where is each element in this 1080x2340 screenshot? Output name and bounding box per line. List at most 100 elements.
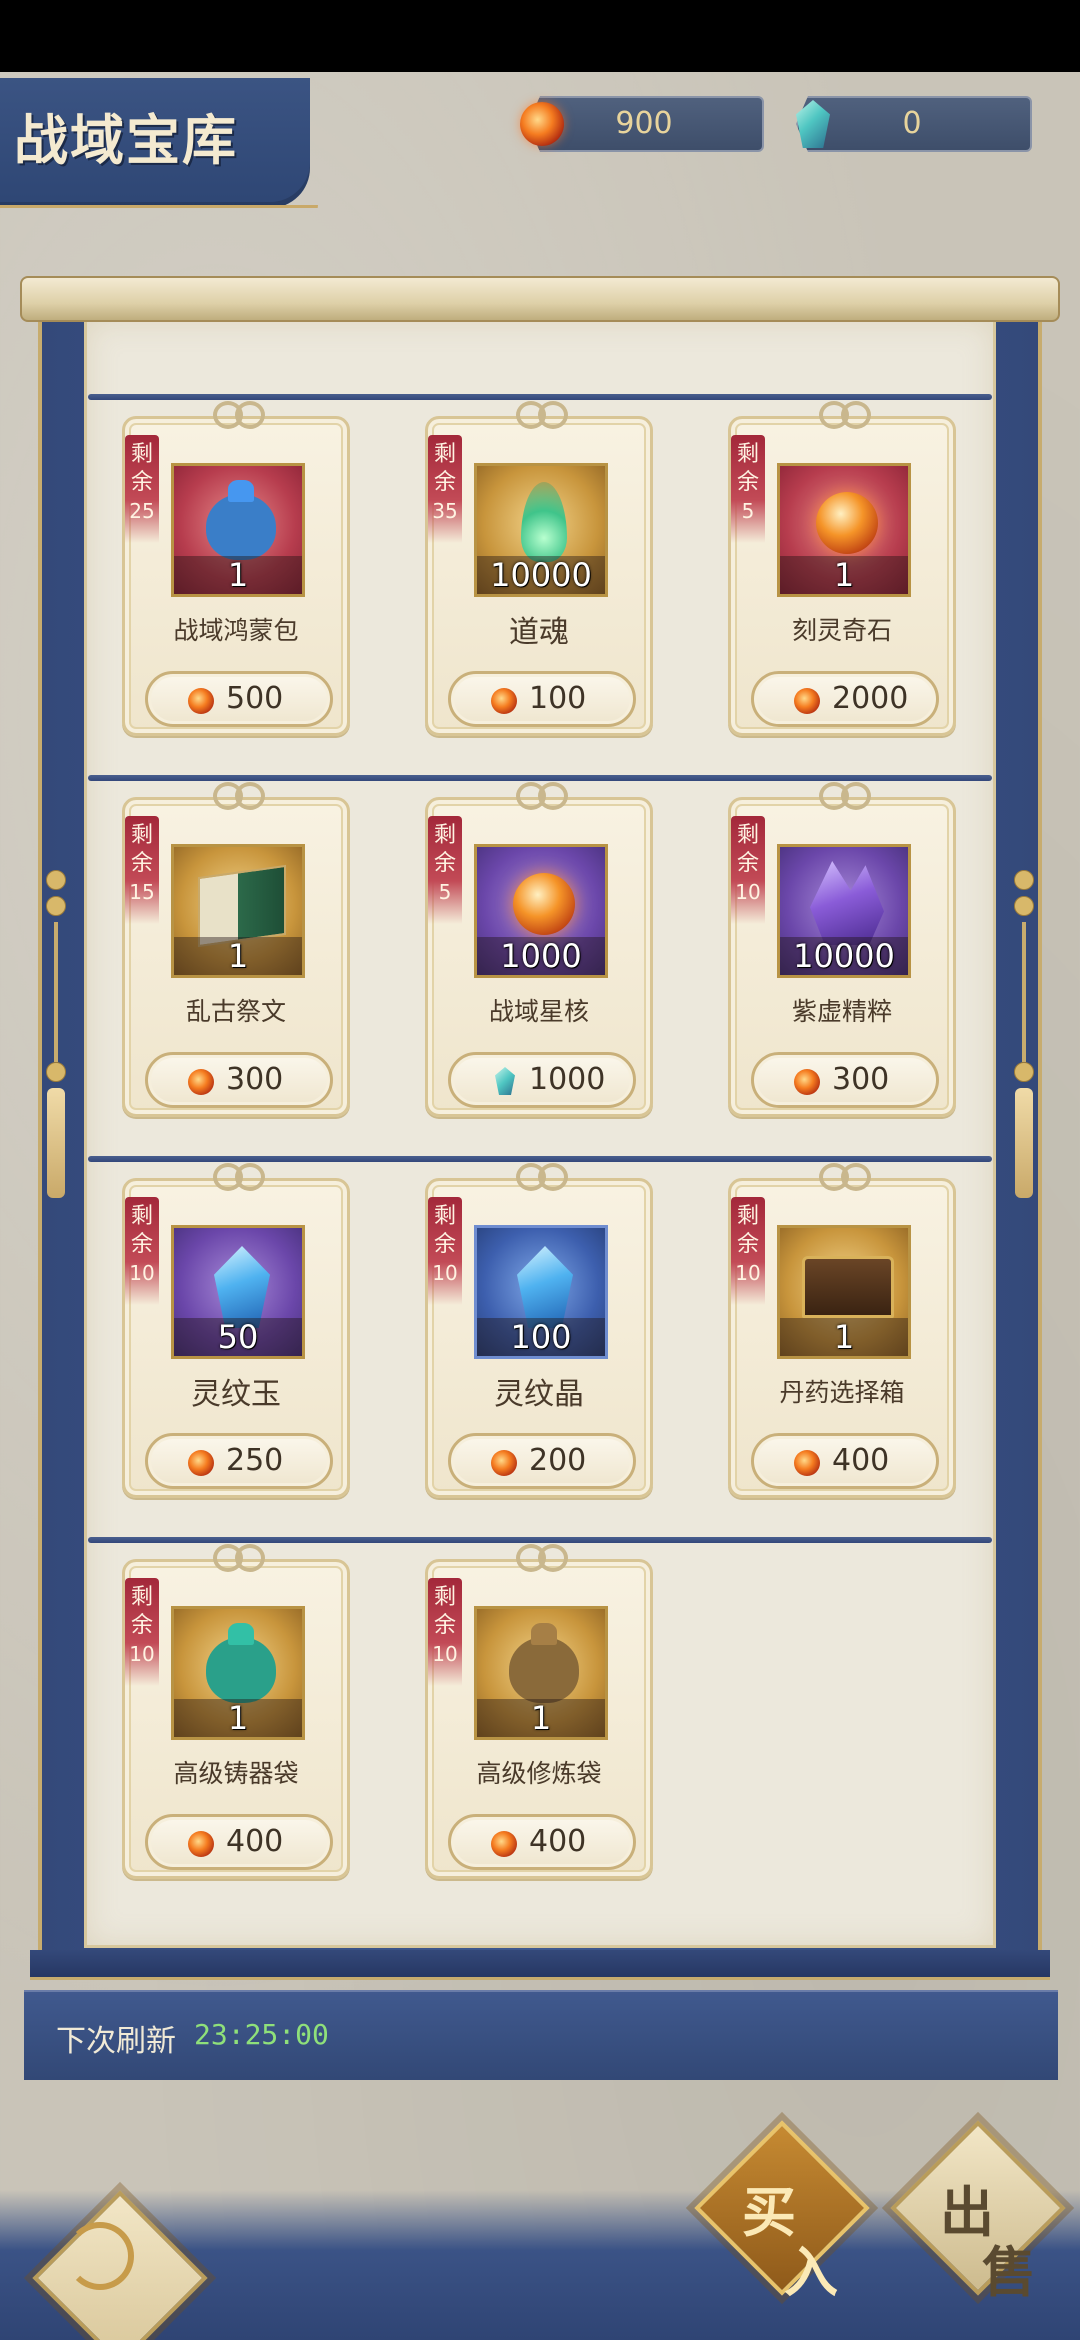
remaining-label: 剩 <box>130 442 153 467</box>
fire-orb-icon <box>491 1831 517 1857</box>
item-name: 高级铸器袋 <box>173 1759 299 1788</box>
price-button[interactable]: 100 <box>448 671 636 727</box>
remaining-count: 10 <box>735 1261 761 1285</box>
remaining-stock-tag: 剩余 10 <box>125 1578 159 1686</box>
item-quantity: 1 <box>174 937 302 975</box>
remaining-label: 余 <box>736 470 759 495</box>
knot-ornament <box>211 397 267 431</box>
knot-ornament <box>211 778 267 812</box>
item-card[interactable]: 剩余 10 100 灵纹晶 200 <box>425 1163 653 1498</box>
item-icon-frame[interactable]: 1000 <box>474 844 608 978</box>
fire-orb-icon <box>491 688 517 714</box>
price-button[interactable]: 200 <box>448 1433 636 1489</box>
item-icon-frame[interactable]: 1 <box>777 463 911 597</box>
item-card[interactable]: 剩余 5 1 刻灵奇石 2000 <box>728 401 956 736</box>
item-icon-frame[interactable]: 50 <box>171 1225 305 1359</box>
price-button[interactable]: 2000 <box>751 671 939 727</box>
item-icon-frame[interactable]: 10000 <box>474 463 608 597</box>
remaining-stock-tag: 剩余 25 <box>125 435 159 543</box>
item-icon-frame[interactable]: 1 <box>171 463 305 597</box>
knot-ornament <box>817 778 873 812</box>
item-name: 灵纹晶 <box>494 1377 584 1412</box>
price-button[interactable]: 250 <box>145 1433 333 1489</box>
item-orb-icon <box>816 492 878 554</box>
remaining-count: 35 <box>432 499 458 523</box>
item-price: 400 <box>529 1824 587 1859</box>
item-card[interactable]: 剩余 25 1 战域鸿蒙包 500 <box>122 401 350 736</box>
item-quantity: 1 <box>174 1699 302 1737</box>
remaining-count: 10 <box>129 1642 155 1666</box>
scroll-rod-top <box>20 276 1060 322</box>
price-button[interactable]: 400 <box>448 1814 636 1870</box>
remaining-label: 剩 <box>130 823 153 848</box>
remaining-count: 10 <box>735 880 761 904</box>
remaining-count: 15 <box>129 880 155 904</box>
fire-orb-icon <box>794 1450 820 1476</box>
knot-ornament <box>514 1540 570 1574</box>
remaining-label: 余 <box>130 470 153 495</box>
price-button[interactable]: 1000 <box>448 1052 636 1108</box>
item-card[interactable]: 剩余 35 10000 道魂 100 <box>425 401 653 736</box>
remaining-label: 余 <box>433 470 456 495</box>
item-jade-icon <box>517 1246 573 1328</box>
refresh-label: 下次刷新 <box>56 2024 176 2059</box>
item-price: 400 <box>226 1824 284 1859</box>
remaining-label: 余 <box>433 1613 456 1638</box>
fire-orb-icon <box>188 1069 214 1095</box>
item-quantity: 10000 <box>477 556 605 594</box>
remaining-stock-tag: 剩余 10 <box>125 1197 159 1305</box>
remaining-label: 剩 <box>433 442 456 467</box>
buy-label-2: 入 <box>784 2240 838 2304</box>
remaining-stock-tag: 剩余 5 <box>731 435 765 543</box>
item-quantity: 1 <box>780 556 908 594</box>
remaining-label: 余 <box>736 851 759 876</box>
fire-orb-icon <box>491 1450 517 1476</box>
currency-value-crystal: 0 <box>902 106 922 141</box>
fire-orb-icon <box>794 688 820 714</box>
knot-ornament <box>211 1159 267 1193</box>
item-bag-icon <box>206 1637 276 1703</box>
knot-ornament <box>514 1159 570 1193</box>
item-icon-frame[interactable]: 1 <box>777 1225 911 1359</box>
price-button[interactable]: 400 <box>751 1433 939 1489</box>
knot-ornament <box>817 397 873 431</box>
item-card[interactable]: 剩余 10 1 丹药选择箱 400 <box>728 1163 956 1498</box>
item-icon-frame[interactable]: 100 <box>474 1225 608 1359</box>
price-button[interactable]: 400 <box>145 1814 333 1870</box>
item-price: 400 <box>832 1443 890 1478</box>
remaining-count: 10 <box>129 1261 155 1285</box>
remaining-label: 剩 <box>433 1204 456 1229</box>
item-name: 高级修炼袋 <box>476 1759 602 1788</box>
item-price: 200 <box>529 1443 587 1478</box>
item-icon-frame[interactable]: 10000 <box>777 844 911 978</box>
price-button[interactable]: 300 <box>751 1052 939 1108</box>
remaining-label: 余 <box>433 851 456 876</box>
item-card[interactable]: 剩余 10 1 高级铸器袋 400 <box>122 1544 350 1879</box>
right-tassel <box>1014 870 1034 1250</box>
remaining-count: 5 <box>741 499 755 523</box>
remaining-count: 10 <box>432 1642 458 1666</box>
price-button[interactable]: 500 <box>145 671 333 727</box>
item-card[interactable]: 剩余 15 1 乱古祭文 300 <box>122 782 350 1117</box>
item-card[interactable]: 剩余 5 1000 战域星核 1000 <box>425 782 653 1117</box>
item-price: 500 <box>226 681 284 716</box>
item-chest-icon <box>802 1256 894 1318</box>
remaining-label: 剩 <box>433 823 456 848</box>
status-bar <box>0 0 1080 72</box>
item-icon-frame[interactable]: 1 <box>171 1606 305 1740</box>
scroll-rod-bottom <box>30 1950 1050 1980</box>
item-card[interactable]: 剩余 10 50 灵纹玉 250 <box>122 1163 350 1498</box>
remaining-stock-tag: 剩余 10 <box>428 1578 462 1686</box>
item-card[interactable]: 剩余 10 1 高级修炼袋 400 <box>425 1544 653 1879</box>
knot-ornament <box>211 1540 267 1574</box>
item-icon-frame[interactable]: 1 <box>474 1606 608 1740</box>
item-quantity: 50 <box>174 1318 302 1356</box>
remaining-stock-tag: 剩余 15 <box>125 816 159 924</box>
item-name: 灵纹玉 <box>191 1377 281 1412</box>
page-title: 战域宝库 <box>14 108 238 172</box>
item-quantity: 1 <box>174 556 302 594</box>
left-tassel <box>46 870 66 1250</box>
item-icon-frame[interactable]: 1 <box>171 844 305 978</box>
price-button[interactable]: 300 <box>145 1052 333 1108</box>
item-card[interactable]: 剩余 10 10000 紫虚精粹 300 <box>728 782 956 1117</box>
